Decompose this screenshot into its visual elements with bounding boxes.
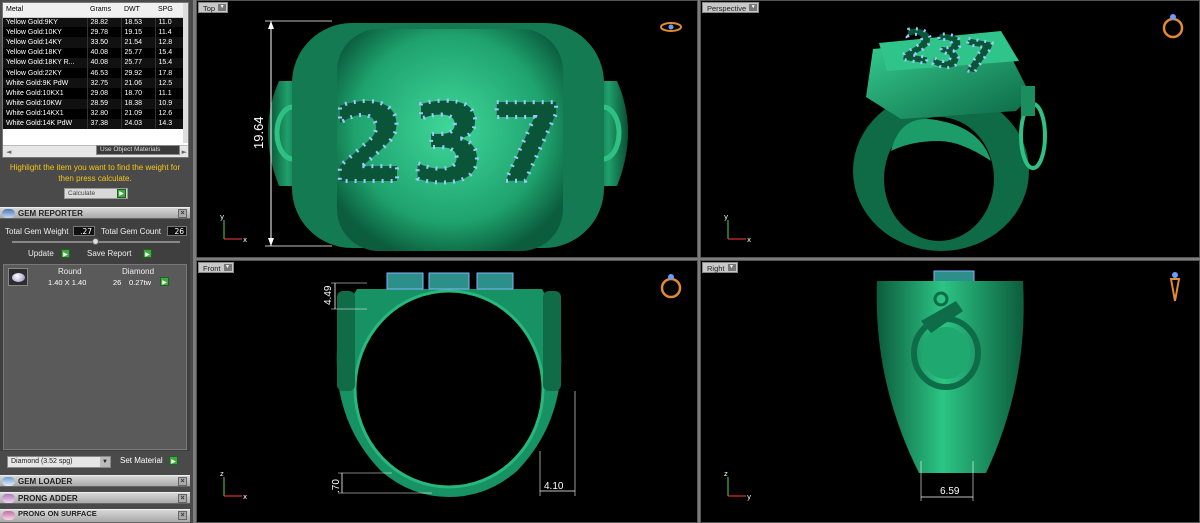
prong-adder-header[interactable]: PRONG ADDER × [0,492,190,504]
ring-orientation-icon [660,22,682,32]
set-material-button[interactable]: Set Material [120,456,163,465]
chevron-down-icon[interactable]: ▼ [218,4,227,11]
dim-label-head-height: 4.49 [323,285,334,305]
svg-text:x: x [243,236,247,244]
gem-material-header: Diamond [122,267,155,276]
table-row[interactable]: White Gold:9K PdW 32.75 21.06 12.5 [3,78,186,89]
svg-text:z: z [220,470,224,478]
chevron-down-icon[interactable]: ▼ [100,457,110,467]
calculate-label: Calculate [68,190,96,197]
gem-material-select-value: Diamond (3.52 spg) [11,458,73,465]
save-report-button[interactable]: Save Report [87,249,131,258]
table-row[interactable]: White Gold:14KX1 32.80 21.09 12.6 [3,108,186,119]
table-row[interactable]: Yellow Gold:10KY 29.78 19.15 11.4 [3,27,186,38]
total-gem-count-label: Total Gem Count [101,227,162,236]
gem-reporter-title: GEM REPORTER [18,209,83,218]
top-view-render: 237 19.64 y x [220,20,682,251]
gem-size-cell: 1.40 X 1.40 [48,278,87,287]
viewport-front[interactable]: 4.49 .70 4.10 z x Front ▼ [196,260,698,523]
gem-reporter-header[interactable]: GEM REPORTER × [0,207,190,219]
gem-row-go-icon[interactable]: ▶ [160,277,169,286]
perspective-view-render: 237 y x [724,14,1184,251]
chevron-down-icon[interactable]: ▼ [749,4,758,11]
calculate-hint-text: Highlight the item you want to find the … [9,163,181,183]
update-button[interactable]: Update [28,249,54,258]
save-report-go-icon[interactable]: ▶ [143,249,152,258]
close-icon[interactable]: × [178,511,187,520]
table-row[interactable]: Yellow Gold:18KY 40.08 25.77 15.4 [3,47,186,58]
gem-count-cell: 26 [113,278,122,287]
app-window: Metal Grams DWT SPG Yellow Gold:9KY 28.82… [0,0,1200,523]
dim-label-band-thickness: .70 [331,479,342,493]
total-gem-weight-label: Total Gem Weight [5,227,69,236]
table-row[interactable]: Yellow Gold:9KY 28.82 18.53 11.0 [3,17,186,28]
dim-label-shank-width: 6.59 [940,486,960,497]
use-object-materials-dropdown[interactable]: Use Object Materials [96,145,180,155]
col-spg[interactable]: SPG [155,3,185,18]
gem-material-select[interactable]: Diamond (3.52 spg) ▼ [7,456,111,468]
gem-reporter-icon [2,209,15,218]
front-view-render: 4.49 .70 4.10 z x [220,272,682,501]
left-panel: Metal Grams DWT SPG Yellow Gold:9KY 28.82… [0,0,193,523]
svg-text:x: x [747,236,751,244]
gem-shape-header: Round [58,267,82,276]
gem-loader-title: GEM LOADER [18,477,73,486]
gem-slider-handle[interactable] [92,238,99,245]
calculate-go-icon[interactable]: ▶ [117,189,126,198]
svg-text:y: y [220,213,224,221]
prong-on-surface-title: PRONG ON SURFACE [18,509,97,518]
ring-orientation-icon [660,274,682,299]
prong-adder-title: PRONG ADDER [18,494,78,503]
svg-text:y: y [724,213,728,221]
gem-loader-icon [2,477,15,486]
table-row[interactable]: White Gold:10KW 28.59 18.38 10.9 [3,98,186,109]
table-row[interactable]: Yellow Gold:14KY 33.50 21.54 12.8 [3,37,186,48]
scroll-left-icon[interactable]: ◄ [6,148,11,156]
table-row[interactable]: White Gold:14K PdW 37.38 24.03 14.3 [3,118,186,130]
viewport-perspective-tab[interactable]: Perspective ▼ [702,2,760,13]
calculate-dropdown[interactable]: Calculate ▶ [64,188,128,199]
total-gem-count-value: 26 [167,226,187,236]
prong-on-surface-icon [2,511,15,520]
viewport-right-tab[interactable]: Right ▼ [702,262,738,273]
close-icon[interactable]: × [178,494,187,503]
col-grams[interactable]: Grams [87,3,121,18]
table-row[interactable]: White Gold:10KX1 29.08 18.70 11.1 [3,88,186,99]
ring-orientation-icon [1169,272,1181,302]
dim-label-height: 19.64 [251,116,266,149]
viewport-perspective[interactable]: 237 y x Perspective ▼ [700,0,1200,258]
update-go-icon[interactable]: ▶ [61,249,70,258]
gem-weight-cell: 0.27tw [129,278,152,287]
close-icon[interactable]: × [178,477,187,486]
svg-text:x: x [243,493,247,501]
col-metal[interactable]: Metal [3,3,87,18]
col-dwt[interactable]: DWT [121,3,155,18]
chevron-down-icon[interactable]: ▼ [223,264,232,271]
table-vertical-scrollbar[interactable] [183,3,188,143]
table-row[interactable]: Yellow Gold:18KY R... 40.08 25.77 15.4 [3,57,186,68]
table-row[interactable]: Yellow Gold:22KY 46.53 29.92 17.8 [3,67,186,79]
gem-loader-header[interactable]: GEM LOADER × [0,475,190,487]
svg-text:z: z [724,470,728,478]
prong-on-surface-header[interactable]: PRONG ON SURFACE × [0,509,190,523]
chevron-down-icon[interactable]: ▼ [727,264,736,271]
right-view-render: 6.59 z y [724,270,1181,501]
viewport-right[interactable]: 6.59 z y Right ▼ [700,260,1200,523]
metal-weight-table[interactable]: Metal Grams DWT SPG Yellow Gold:9KY 28.82… [2,2,189,158]
ring-orientation-icon [1162,14,1184,39]
set-material-go-icon[interactable]: ▶ [169,456,178,465]
prong-adder-icon [2,494,15,503]
dim-label-side-width: 4.10 [544,481,564,492]
viewport-top[interactable]: 237 19.64 y x Top ▼ [196,0,698,258]
engraving-number: 237 [331,82,568,207]
svg-text:y: y [747,493,751,501]
total-gem-weight-value: .27 [73,226,95,236]
gem-list[interactable]: Round Diamond 1.40 X 1.40 26 0.27tw ▶ [3,264,187,450]
viewport-top-tab[interactable]: Top ▼ [198,2,229,13]
scroll-right-icon[interactable]: ► [182,148,187,156]
close-icon[interactable]: × [178,209,187,218]
round-diamond-icon [8,268,28,286]
viewport-front-tab[interactable]: Front ▼ [198,262,234,273]
table-header-row: Metal Grams DWT SPG [3,3,185,18]
